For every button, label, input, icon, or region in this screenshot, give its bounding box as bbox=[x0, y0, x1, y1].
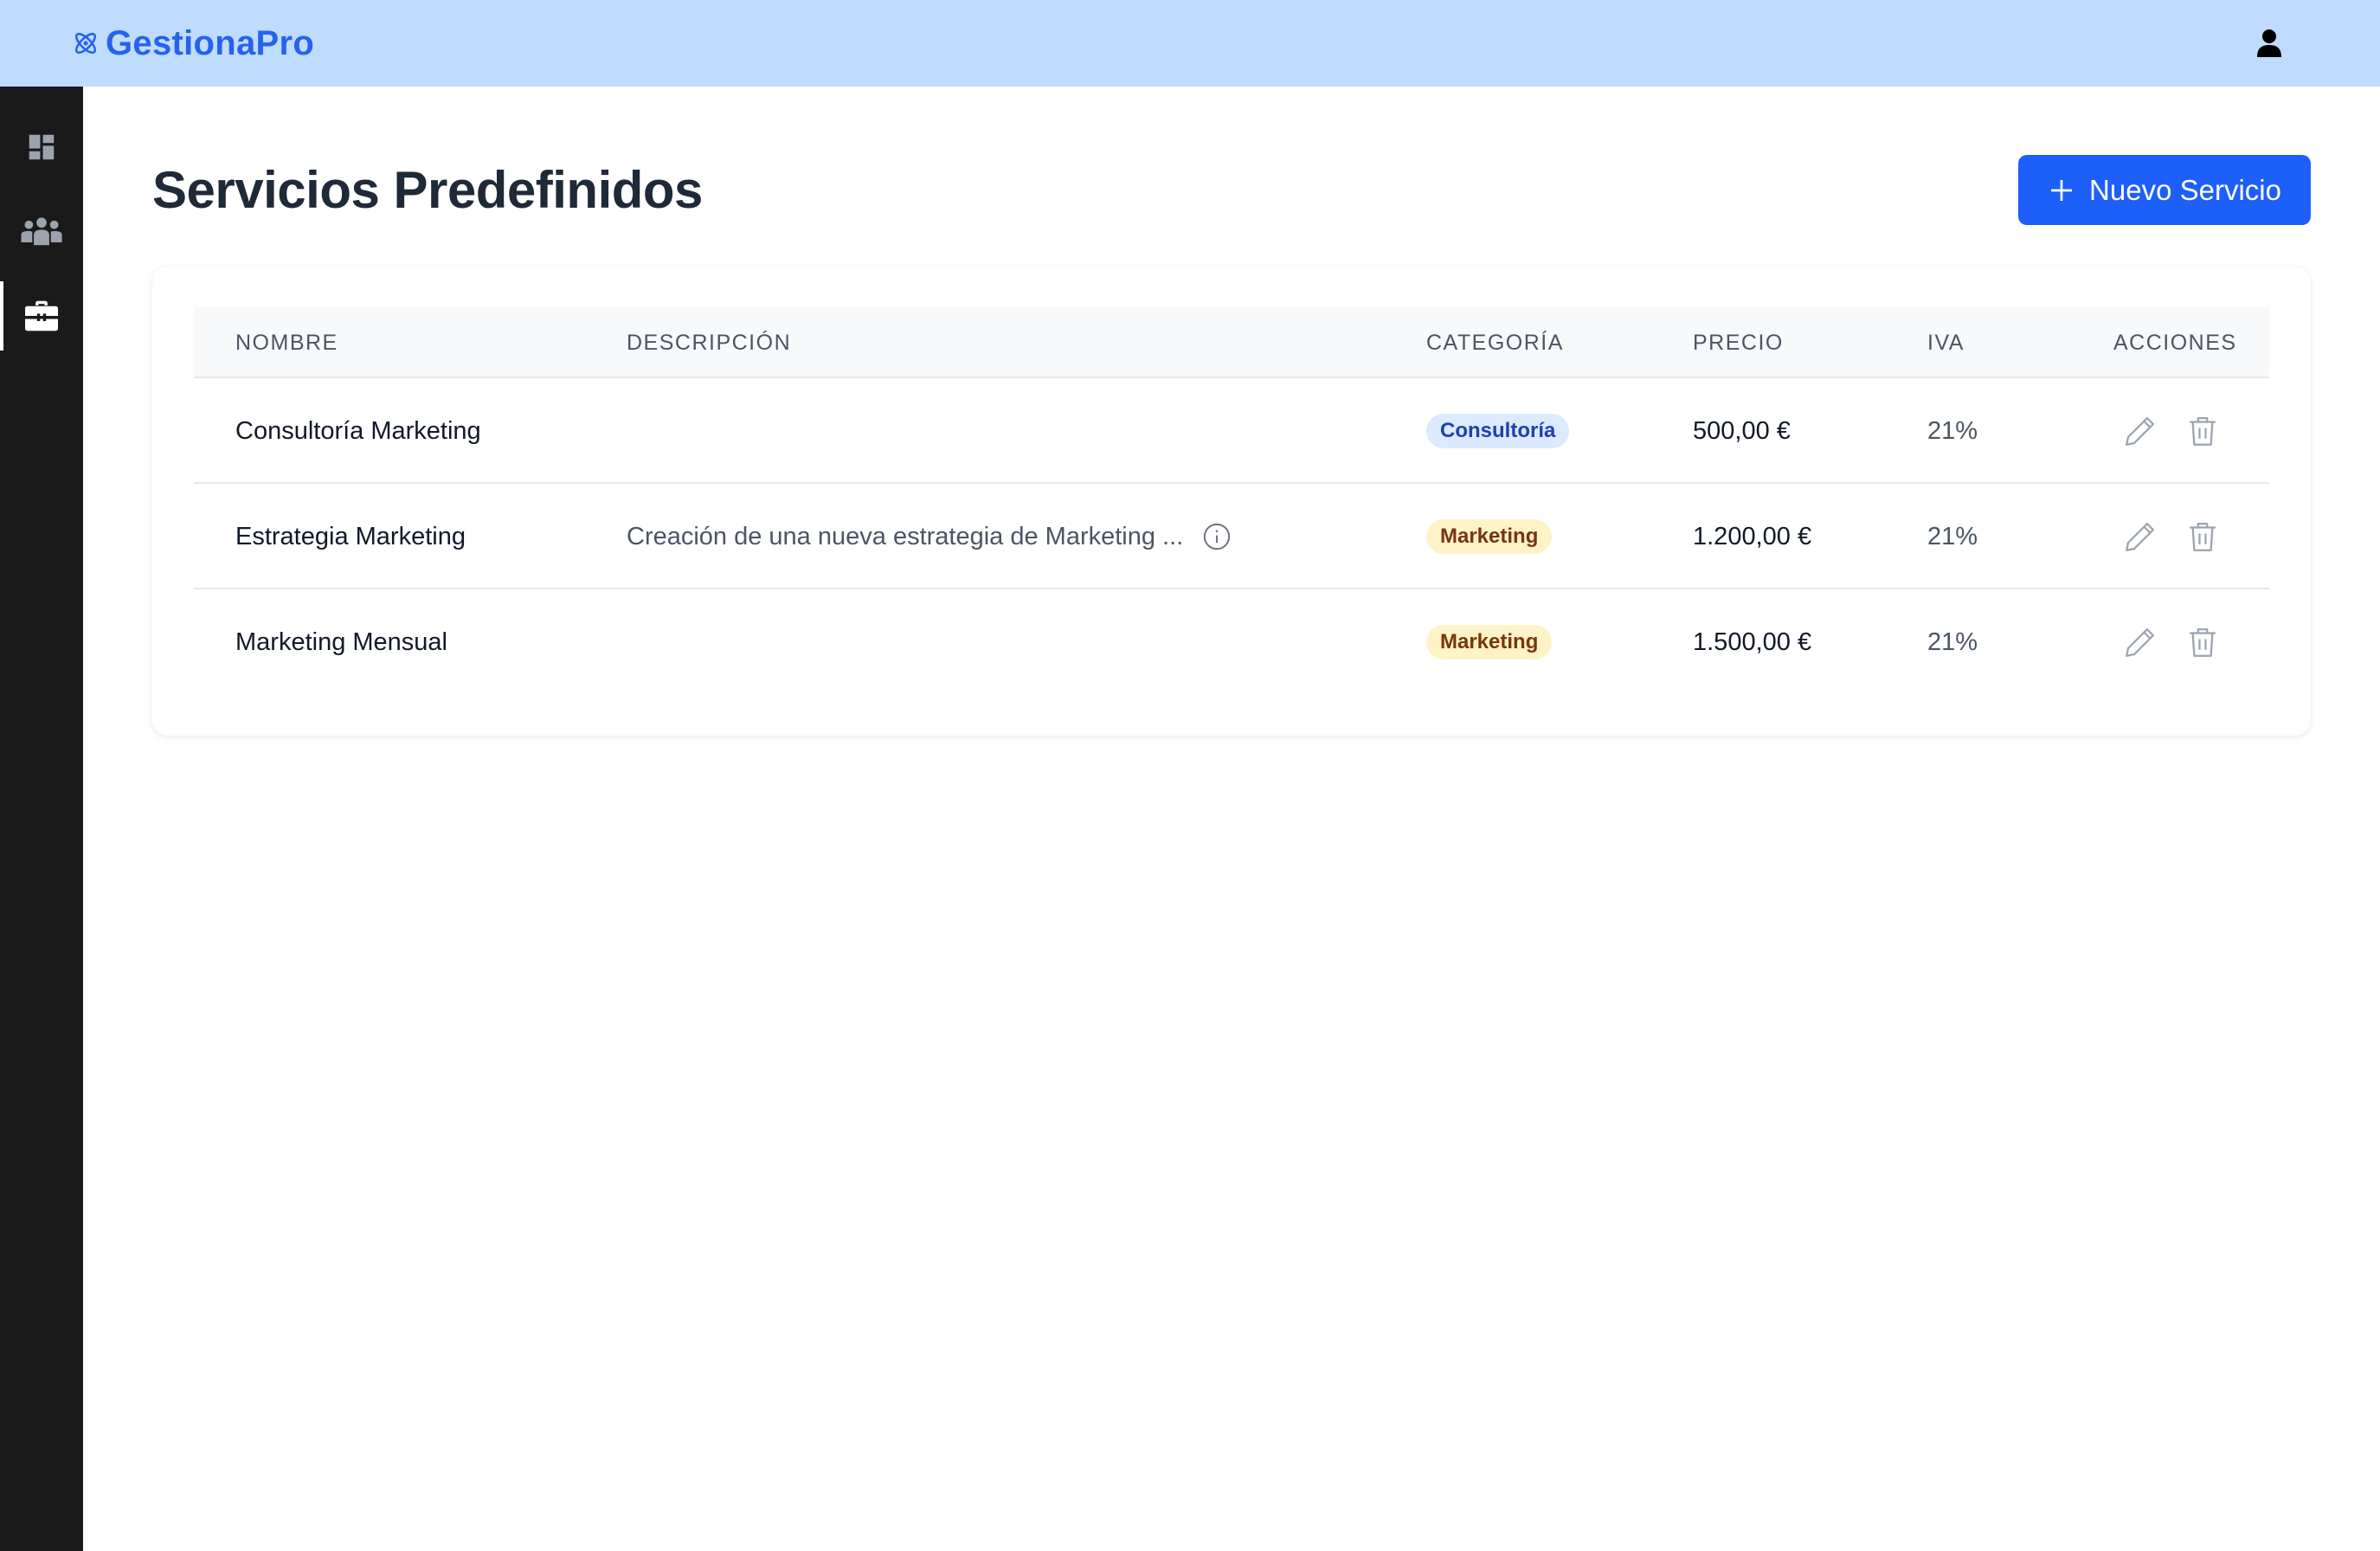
page-title: Servicios Predefinidos bbox=[152, 161, 703, 219]
toolbox-icon bbox=[25, 300, 58, 331]
category-badge: Marketing bbox=[1426, 625, 1553, 660]
new-service-button[interactable]: Nuevo Servicio bbox=[2018, 155, 2311, 225]
column-header-acciones: ACCIONES bbox=[2113, 331, 2237, 355]
service-price: 500,00 € bbox=[1693, 416, 1791, 445]
service-description-text: Creación de una nueva estrategia de Mark… bbox=[627, 522, 1184, 550]
trash-icon[interactable] bbox=[2184, 518, 2221, 555]
info-icon[interactable] bbox=[1202, 522, 1232, 551]
column-header-precio: PRECIO bbox=[1693, 331, 1784, 355]
service-iva: 21% bbox=[1927, 627, 1978, 656]
table-header: NOMBRE DESCRIPCIÓN CATEGORÍA PRECIO IVA … bbox=[194, 307, 2269, 378]
column-header-nombre: NOMBRE bbox=[235, 331, 338, 355]
service-price: 1.200,00 € bbox=[1693, 522, 1812, 550]
service-name: Consultoría Marketing bbox=[235, 416, 481, 445]
column-header-categoria: CATEGORÍA bbox=[1426, 331, 1564, 355]
category-badge: Marketing bbox=[1426, 519, 1553, 554]
pencil-icon[interactable] bbox=[2122, 624, 2158, 660]
sidebar-item-services[interactable] bbox=[0, 281, 83, 351]
brand-logo[interactable]: GestionaPro bbox=[71, 23, 314, 64]
category-cell: Consultoría bbox=[1426, 378, 1570, 484]
service-name: Estrategia Marketing bbox=[235, 522, 466, 550]
trash-icon[interactable] bbox=[2184, 624, 2221, 660]
service-price: 1.500,00 € bbox=[1693, 627, 1812, 656]
pencil-icon[interactable] bbox=[2122, 413, 2158, 449]
service-name: Marketing Mensual bbox=[235, 627, 447, 656]
service-iva: 21% bbox=[1927, 522, 1978, 550]
category-badge: Consultoría bbox=[1426, 414, 1570, 448]
top-bar: GestionaPro bbox=[0, 0, 2380, 87]
brand-name: GestionaPro bbox=[106, 24, 315, 62]
services-table: NOMBRE DESCRIPCIÓN CATEGORÍA PRECIO IVA … bbox=[194, 307, 2269, 695]
table-row: Estrategia Marketing Creación de una nue… bbox=[194, 484, 2269, 589]
table-row: Marketing Mensual Marketing 1.500,00 € 2… bbox=[194, 589, 2269, 695]
sidebar bbox=[0, 87, 83, 1551]
table-row: Consultoría Marketing Consultoría 500,00… bbox=[194, 378, 2269, 484]
user-menu-button[interactable] bbox=[2250, 24, 2288, 62]
trash-icon[interactable] bbox=[2184, 413, 2221, 449]
atom-icon bbox=[74, 32, 97, 55]
services-card: NOMBRE DESCRIPCIÓN CATEGORÍA PRECIO IVA … bbox=[152, 267, 2311, 736]
sidebar-item-dashboard[interactable] bbox=[0, 113, 83, 182]
plus-icon bbox=[2051, 179, 2073, 201]
sidebar-item-clients[interactable] bbox=[0, 196, 83, 266]
pencil-icon[interactable] bbox=[2122, 518, 2158, 555]
service-iva: 21% bbox=[1927, 416, 1978, 445]
new-service-label: Nuevo Servicio bbox=[2089, 173, 2281, 206]
user-icon bbox=[2257, 29, 2281, 57]
column-header-descripcion: DESCRIPCIÓN bbox=[627, 331, 792, 355]
column-header-iva: IVA bbox=[1927, 331, 1965, 355]
category-cell: Marketing bbox=[1426, 484, 1553, 589]
dashboard-icon bbox=[29, 134, 55, 160]
service-description: Creación de una nueva estrategia de Mark… bbox=[627, 484, 1232, 589]
category-cell: Marketing bbox=[1426, 589, 1553, 695]
users-group-icon bbox=[21, 217, 62, 246]
